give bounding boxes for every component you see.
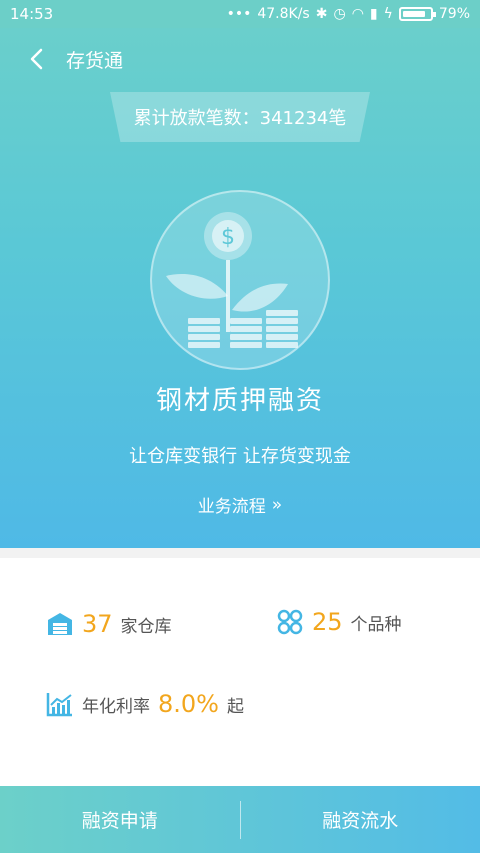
status-time: 14:53 (10, 5, 54, 23)
rate-prefix: 年化利率 (82, 696, 150, 717)
financing-records-label: 融资流水 (322, 810, 399, 832)
categories-icon (276, 608, 304, 636)
back-arrow-icon[interactable] (12, 35, 60, 83)
signal-icon: ▮ (369, 6, 378, 22)
svg-text:$: $ (221, 225, 235, 250)
variety-count: 25 (312, 608, 343, 636)
apply-financing-label: 融资申请 (81, 810, 158, 832)
battery-percent: 79% (438, 6, 470, 22)
bottom-action-bar: 融资申请 融资流水 (0, 786, 480, 853)
stat-warehouses: 37 家仓库 (46, 610, 172, 638)
product-slogan: 让仓库变银行 让存货变现金 (129, 446, 351, 467)
double-chevron-right-icon: » (271, 494, 283, 515)
trend-chart-icon (46, 690, 74, 718)
loan-count-banner: 累计放款笔数：341234笔 (110, 92, 370, 142)
network-speed: 47.8K/s (257, 6, 310, 22)
top-bar: 存货通 (0, 28, 480, 90)
variety-unit: 个品种 (350, 614, 402, 635)
bluetooth-icon: ✱ (315, 6, 328, 22)
warehouse-icon (46, 610, 74, 638)
financing-records-button[interactable]: 融资流水 (241, 786, 480, 853)
loan-count-text: 累计放款笔数：341234笔 (133, 108, 347, 129)
rate-suffix: 起 (226, 696, 244, 717)
money-plant-illustration: $ (150, 190, 330, 370)
warehouse-unit: 家仓库 (120, 616, 172, 637)
business-process-link[interactable]: 业务流程 » (0, 492, 480, 518)
status-bar: 14:53 ••• 47.8K/s ✱ ◷ ◠ ▮ ϟ 79% (0, 0, 480, 28)
warehouse-count: 37 (82, 610, 113, 638)
stats-section: 37 家仓库 25 个品种 年化利率 8.0% 起 (0, 558, 480, 786)
battery-icon (398, 7, 436, 21)
hero-section: 14:53 ••• 47.8K/s ✱ ◷ ◠ ▮ ϟ 79% 存货通 累计放款… (0, 0, 480, 548)
alarm-icon: ◷ (333, 6, 346, 22)
stat-rate: 年化利率 8.0% 起 (46, 690, 244, 718)
rate-value: 8.0% (158, 690, 219, 718)
status-right: ••• 47.8K/s ✱ ◷ ◠ ▮ ϟ 79% (227, 6, 470, 22)
page-title: 存货通 (66, 49, 124, 72)
process-label: 业务流程 (197, 497, 266, 517)
dots-icon: ••• (226, 6, 252, 22)
apply-financing-button[interactable]: 融资申请 (0, 786, 240, 853)
product-name: 钢材质押融资 (155, 386, 324, 416)
charging-icon: ϟ (383, 6, 393, 22)
stat-varieties: 25 个品种 (276, 608, 402, 636)
wifi-icon: ◠ (351, 6, 364, 22)
